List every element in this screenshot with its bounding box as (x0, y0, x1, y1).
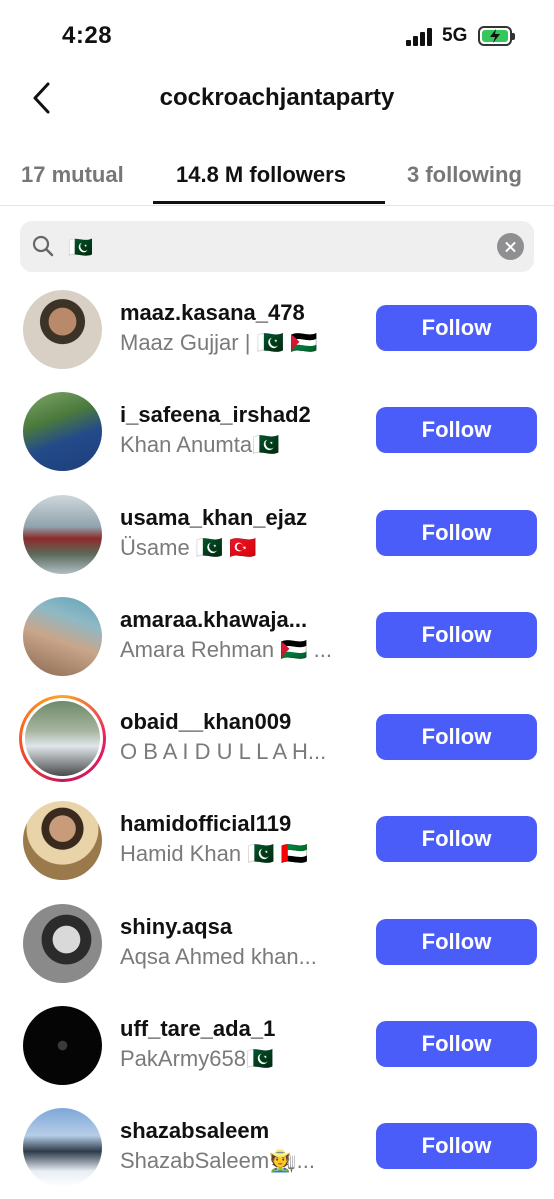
network-label: 5G (442, 25, 468, 46)
avatar[interactable] (23, 903, 102, 983)
status-time: 4:28 (62, 22, 113, 49)
tab-following[interactable]: 3 following (407, 162, 522, 188)
username[interactable]: i_safeena_irshad2 (120, 402, 311, 428)
full-name: Khan Anumta🇵🇰 (120, 432, 280, 458)
username[interactable]: maaz.kasana_478 (120, 300, 305, 326)
username[interactable]: shazabsaleem (120, 1118, 269, 1144)
follow-button[interactable]: Follow (376, 1021, 537, 1068)
full-name: PakArmy658🇵🇰 (120, 1046, 274, 1072)
list-item[interactable]: shiny.aqsa Aqsa Ahmed khan... Follow (0, 900, 554, 1002)
username[interactable]: amaraa.khawaja... (120, 607, 307, 633)
list-item[interactable]: i_safeena_irshad2 Khan Anumta🇵🇰 Follow (0, 388, 554, 490)
full-name: ShazabSaleem🧑‍🌾... (120, 1148, 315, 1174)
avatar[interactable] (23, 1108, 102, 1188)
username[interactable]: hamidofficial119 (120, 811, 291, 837)
follow-button[interactable]: Follow (376, 816, 537, 863)
signal-icon (406, 28, 434, 46)
avatar[interactable] (23, 1006, 102, 1086)
list-item[interactable]: obaid__khan009 O B A I D U L L A H... Fo… (0, 695, 554, 797)
follow-button[interactable]: Follow (376, 714, 537, 761)
username[interactable]: uff_tare_ada_1 (120, 1016, 275, 1042)
username[interactable]: shiny.aqsa (120, 914, 232, 940)
follow-button[interactable]: Follow (376, 1123, 537, 1170)
list-item[interactable]: maaz.kasana_478 Maaz Gujjar | 🇵🇰 🇵🇸 Foll… (0, 286, 554, 388)
full-name: Hamid Khan 🇵🇰 🇦🇪 (120, 841, 309, 867)
avatar[interactable] (23, 494, 102, 574)
battery-icon (478, 26, 515, 46)
follow-button[interactable]: Follow (376, 509, 537, 556)
full-name: O B A I D U L L A H... (120, 739, 327, 765)
full-name: Amara Rehman 🇵🇸 ... (120, 636, 333, 662)
avatar-with-story[interactable] (19, 695, 106, 783)
username[interactable]: obaid__khan009 (120, 709, 291, 735)
avatar[interactable] (23, 801, 102, 881)
tab-bar: 17 mutual 14.8 M followers 3 following (0, 150, 554, 206)
avatar[interactable] (23, 290, 102, 369)
page-title: cockroachjantaparty (159, 84, 395, 111)
follow-button[interactable]: Follow (376, 305, 537, 351)
list-item[interactable]: shazabsaleem ShazabSaleem🧑‍🌾... Follow (0, 1104, 554, 1199)
search-input[interactable]: 🇵🇰 (20, 221, 534, 272)
list-item[interactable]: hamidofficial119 Hamid Khan 🇵🇰 🇦🇪 Follow (0, 797, 554, 899)
username[interactable]: usama_khan_ejaz (120, 505, 307, 531)
status-bar: 4:28 5G (0, 0, 554, 70)
clear-search-icon[interactable] (497, 233, 524, 260)
avatar[interactable] (23, 392, 102, 472)
search-icon (32, 235, 54, 257)
full-name: Üsame 🇵🇰 🇹🇷 (120, 534, 257, 560)
tab-followers[interactable]: 14.8 M followers (176, 162, 346, 188)
avatar[interactable] (23, 596, 102, 676)
list-item[interactable]: usama_khan_ejaz Üsame 🇵🇰 🇹🇷 Follow (0, 491, 554, 593)
full-name: Aqsa Ahmed khan... (120, 943, 317, 969)
list-item[interactable]: uff_tare_ada_1 PakArmy658🇵🇰 Follow (0, 1002, 554, 1104)
follow-button[interactable]: Follow (376, 918, 537, 965)
list-item[interactable]: amaraa.khawaja... Amara Rehman 🇵🇸 ... Fo… (0, 593, 554, 695)
tab-mutual[interactable]: 17 mutual (21, 162, 124, 188)
follow-button[interactable]: Follow (376, 407, 537, 454)
followers-list: maaz.kasana_478 Maaz Gujjar | 🇵🇰 🇵🇸 Foll… (0, 286, 554, 1199)
search-value: 🇵🇰 (68, 237, 93, 259)
active-tab-indicator (153, 201, 385, 204)
follow-button[interactable]: Follow (376, 611, 537, 658)
full-name: Maaz Gujjar | 🇵🇰 🇵🇸 (120, 330, 318, 355)
